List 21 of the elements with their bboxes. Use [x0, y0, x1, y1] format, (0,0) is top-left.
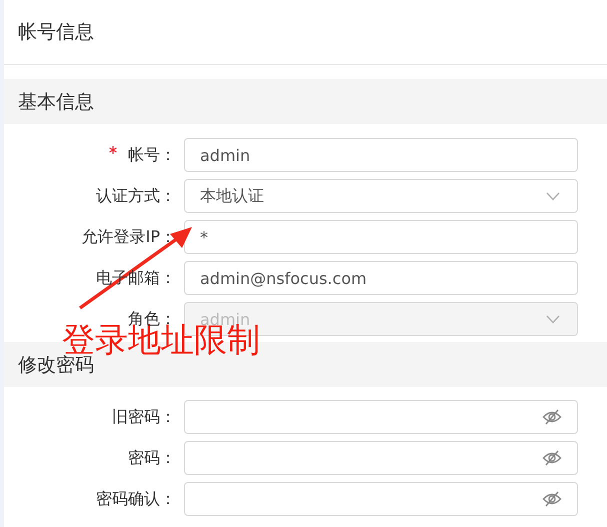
field-label: 帐号： [128, 144, 176, 164]
field-label: 允许登录IP： [82, 226, 176, 246]
section-header: 基本信息 [4, 79, 607, 124]
input-field[interactable]: admin@nsfocus.com [184, 261, 578, 295]
eye-hidden-icon[interactable] [542, 408, 562, 426]
password-field[interactable] [184, 482, 578, 516]
field-label: 密码： [128, 448, 176, 466]
eye-hidden-icon[interactable] [542, 490, 562, 508]
field-label: 密码确认： [96, 488, 176, 508]
input-field[interactable]: * [184, 220, 578, 254]
eye-hidden-icon[interactable] [542, 449, 562, 467]
password-field[interactable] [184, 441, 578, 475]
page-title: 帐号信息 [18, 20, 94, 45]
chevron-down-icon [546, 314, 560, 324]
password-field[interactable] [184, 400, 578, 434]
input-field[interactable]: admin [184, 138, 578, 172]
field-label: 认证方式： [96, 186, 176, 204]
required-asterisk-icon [108, 146, 117, 154]
chevron-down-icon [546, 192, 560, 200]
select-field[interactable]: 本地认证 [184, 179, 578, 213]
field-label: 旧密码： [112, 406, 176, 426]
